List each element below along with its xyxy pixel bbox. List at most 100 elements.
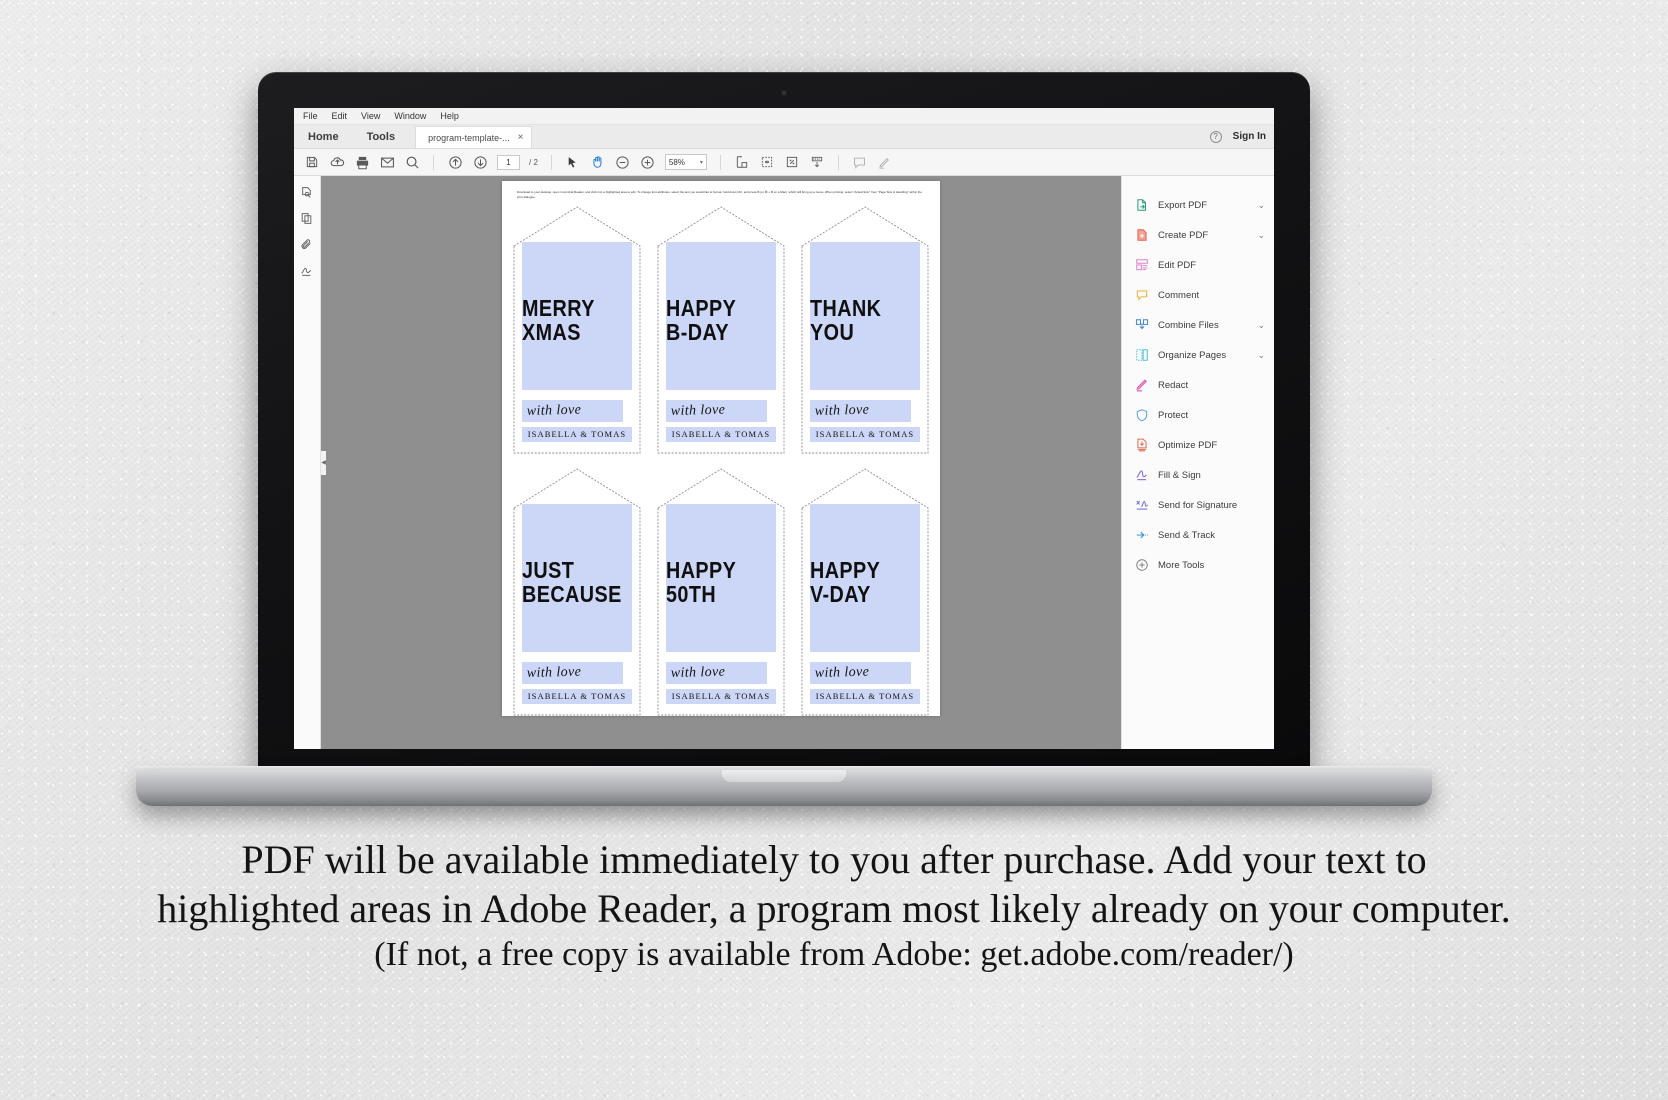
tag-title[interactable]: THANK YOU [810, 296, 907, 344]
toolbar-divider [433, 154, 434, 170]
toolbar-divider [719, 154, 721, 170]
tab-home[interactable]: Home [294, 125, 353, 148]
zoom-out-icon[interactable] [615, 154, 631, 170]
panel-collapse-handle[interactable]: ◀ [321, 450, 326, 475]
hand-tool-icon[interactable] [590, 154, 606, 170]
tool-label: More Tools [1158, 559, 1205, 571]
upload-cloud-icon[interactable] [329, 154, 345, 170]
menu-item-view[interactable]: View [361, 111, 380, 121]
tag-title[interactable]: HAPPY B-DAY [666, 296, 763, 344]
export-pdf-icon [1135, 198, 1149, 212]
fill-and-sign-icon [1135, 468, 1149, 482]
zoom-in-icon[interactable] [640, 154, 656, 170]
gift-tag-grid: MERRY XMAS with love ISABELLA & TOMAS HA… [513, 204, 929, 716]
tag-signature-text[interactable]: with love [527, 403, 582, 420]
tag-signature-text[interactable]: with love [671, 665, 726, 682]
tool-label: Fill & Sign [1158, 469, 1201, 481]
gift-tag[interactable]: THANK YOU with love ISABELLA & TOMAS [801, 204, 929, 454]
tool-combine-files[interactable]: Combine Files ⌄ [1122, 310, 1274, 340]
highlight-icon[interactable] [877, 154, 893, 170]
page-count-label: / 2 [529, 157, 538, 167]
scroll-mode-icon[interactable] [809, 154, 825, 170]
print-icon[interactable] [354, 154, 370, 170]
tool-comment[interactable]: Comment [1122, 280, 1274, 310]
gift-tag[interactable]: JUST BECAUSE with love ISABELLA & TOMAS [513, 466, 641, 716]
comment-icon [1135, 288, 1149, 302]
sign-in-button[interactable]: Sign In [1233, 131, 1266, 142]
pages-panel-icon[interactable] [300, 212, 314, 226]
previous-page-icon[interactable] [447, 154, 463, 170]
tool-send-and-track[interactable]: Send & Track [1122, 520, 1274, 550]
gift-tag[interactable]: MERRY XMAS with love ISABELLA & TOMAS [513, 204, 641, 454]
tool-optimize-pdf[interactable]: Optimize PDF [1122, 430, 1274, 460]
toolbar-divider [550, 154, 552, 170]
workspace: ◀ Download to your desktop, open in Acro… [294, 176, 1274, 749]
tag-names-text[interactable]: ISABELLA & TOMAS [801, 691, 929, 701]
tag-title[interactable]: HAPPY 50TH [666, 558, 763, 606]
fit-width-icon[interactable] [759, 154, 775, 170]
tool-organize-pages[interactable]: Organize Pages ⌄ [1122, 340, 1274, 370]
document-tab-label: program-template-... [428, 132, 510, 143]
menu-item-help[interactable]: Help [440, 111, 459, 121]
menu-item-window[interactable]: Window [394, 111, 426, 121]
tool-more-tools[interactable]: More Tools [1122, 550, 1274, 580]
tag-title[interactable]: HAPPY V-DAY [810, 558, 907, 606]
page-number-input[interactable]: 1 [497, 154, 520, 170]
organize-pages-icon [1135, 348, 1149, 362]
tag-signature-text[interactable]: with love [527, 665, 582, 682]
laptop-mockup: File Edit View Window Help Home Tools pr… [136, 72, 1432, 806]
tag-names-text[interactable]: ISABELLA & TOMAS [513, 429, 641, 439]
page-thumbnails-icon[interactable] [300, 186, 314, 200]
tag-signature-text[interactable]: with love [815, 665, 870, 682]
tag-names-text[interactable]: ISABELLA & TOMAS [513, 691, 641, 701]
gift-tag[interactable]: HAPPY 50TH with love ISABELLA & TOMAS [657, 466, 785, 716]
edit-pdf-icon [1135, 258, 1149, 272]
caption-line-1: PDF will be available immediately to you… [241, 837, 1427, 882]
comment-icon[interactable] [852, 154, 868, 170]
chevron-down-icon[interactable]: ⌄ [1257, 320, 1265, 331]
menu-item-file[interactable]: File [303, 111, 318, 121]
tag-signature-text[interactable]: with love [815, 403, 870, 420]
full-screen-icon[interactable] [784, 154, 800, 170]
tag-signature-text[interactable]: with love [671, 403, 726, 420]
tool-create-pdf[interactable]: Create PDF ⌄ [1122, 220, 1274, 250]
zoom-level-select[interactable]: 58% ▾ [664, 154, 707, 170]
signatures-icon[interactable] [300, 264, 314, 278]
help-icon[interactable]: ? [1209, 130, 1222, 143]
menu-item-edit[interactable]: Edit [332, 111, 348, 121]
close-icon[interactable]: × [518, 132, 524, 143]
next-page-icon[interactable] [472, 154, 488, 170]
fit-page-icon[interactable] [734, 154, 750, 170]
email-icon[interactable] [379, 154, 395, 170]
chevron-down-icon[interactable]: ⌄ [1257, 230, 1265, 241]
tool-label: Protect [1158, 409, 1189, 421]
tag-title[interactable]: JUST BECAUSE [522, 558, 621, 606]
attachments-icon[interactable] [300, 238, 314, 252]
laptop-base-notch [722, 770, 846, 782]
select-cursor-icon[interactable] [565, 154, 581, 170]
tool-label: Send for Signature [1158, 499, 1238, 511]
tag-title[interactable]: MERRY XMAS [522, 296, 619, 344]
chevron-down-icon[interactable]: ⌄ [1257, 200, 1265, 211]
search-icon[interactable] [404, 154, 420, 170]
laptop-screen: File Edit View Window Help Home Tools pr… [294, 108, 1274, 749]
gift-tag[interactable]: HAPPY V-DAY with love ISABELLA & TOMAS [801, 466, 929, 716]
chevron-down-icon[interactable]: ⌄ [1257, 350, 1265, 361]
document-tab[interactable]: program-template-... × [415, 126, 533, 148]
tab-tools[interactable]: Tools [352, 125, 410, 148]
tool-redact[interactable]: Redact [1122, 370, 1274, 400]
document-canvas[interactable]: ◀ Download to your desktop, open in Acro… [321, 176, 1121, 749]
send-and-track-icon [1135, 528, 1149, 542]
save-icon[interactable] [304, 154, 320, 170]
caption-line-2: highlighted areas in Adobe Reader, a pro… [157, 885, 1511, 931]
tag-names-text[interactable]: ISABELLA & TOMAS [801, 429, 929, 439]
tag-names-text[interactable]: ISABELLA & TOMAS [657, 429, 785, 439]
tool-export-pdf[interactable]: Export PDF ⌄ [1122, 190, 1274, 220]
create-pdf-icon [1135, 228, 1149, 242]
tool-send-for-signature[interactable]: Send for Signature [1122, 490, 1274, 520]
tool-edit-pdf[interactable]: Edit PDF [1122, 250, 1274, 280]
tag-names-text[interactable]: ISABELLA & TOMAS [657, 691, 785, 701]
tool-fill-and-sign[interactable]: Fill & Sign [1122, 460, 1274, 490]
gift-tag[interactable]: HAPPY B-DAY with love ISABELLA & TOMAS [657, 204, 785, 454]
tool-protect[interactable]: Protect [1122, 400, 1274, 430]
